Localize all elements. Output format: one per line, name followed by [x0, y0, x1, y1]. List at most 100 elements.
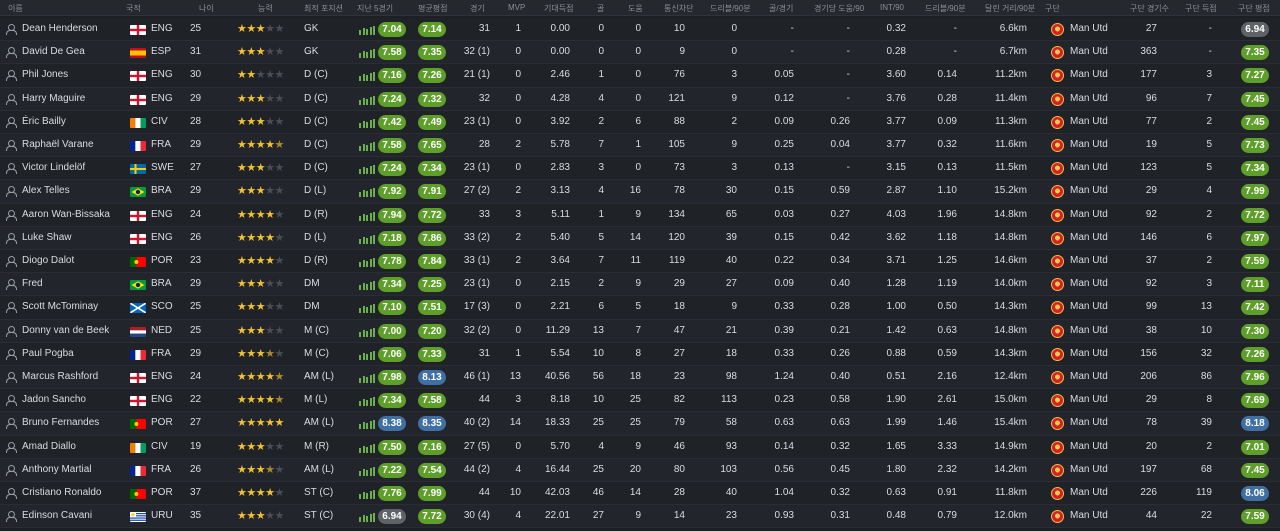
club-name[interactable]: Man Utd [1070, 23, 1108, 34]
player-name[interactable]: Bruno Fernandes [22, 417, 99, 428]
club-crest-icon [1051, 255, 1064, 268]
table-row[interactable]: Fred BRA 29 ★★★★★ DM 7.34 7.25 23 (1) 0 2.15 2 9 29 2… [0, 273, 1280, 297]
player-name[interactable]: Éric Bailly [22, 116, 66, 127]
column-header[interactable]: 능력 [258, 3, 273, 14]
column-header[interactable]: MVP [508, 3, 525, 12]
table-row[interactable]: Cristiano Ronaldo POR 37 ★★★★★ ST (C) 7.76 7.9… [0, 482, 1280, 506]
column-header[interactable]: 구단 [1045, 3, 1060, 14]
form-bars-icon [359, 373, 377, 383]
player-name[interactable]: Cristiano Ronaldo [22, 487, 102, 498]
column-header[interactable]: 국적 [126, 3, 141, 14]
column-header[interactable]: 달린 거리/90분 [985, 3, 1035, 14]
player-name[interactable]: Amad Diallo [22, 441, 76, 452]
column-header[interactable]: 기대득점 [544, 3, 573, 14]
average-rating-badge: 7.86 [418, 230, 446, 246]
club-name[interactable]: Man Utd [1070, 255, 1108, 266]
column-header[interactable]: 경기 [470, 3, 485, 14]
distance-per-90: 14.6km [994, 255, 1027, 266]
player-name[interactable]: David De Gea [22, 46, 85, 57]
table-row[interactable]: Anthony Martial FRA 26 ★★★★★ AM (L) 7.22 7.54 4… [0, 458, 1280, 482]
player-name[interactable]: Fred [22, 278, 43, 289]
player-name[interactable]: Diogo Dalot [22, 255, 74, 266]
club-name[interactable]: Man Utd [1070, 116, 1108, 127]
table-row[interactable]: Éric Bailly CIV 28 ★★★★★ D (C) 7.42 7.49 23 (1)… [0, 110, 1280, 134]
player-name[interactable]: Donny van de Beek [22, 325, 109, 336]
player-name[interactable]: Marcus Rashford [22, 371, 98, 382]
club-name[interactable]: Man Utd [1070, 162, 1108, 173]
player-name[interactable]: Anthony Martial [22, 464, 91, 475]
table-row[interactable]: Dean Henderson ENG 25 ★★★★★ GK 7.04 7.14 31 1 0.0… [0, 18, 1280, 42]
table-row[interactable]: Bruno Fernandes POR 27 ★★★★★ AM (L) 8.38 8.35 4… [0, 412, 1280, 436]
column-header[interactable]: 구단 득점 [1185, 3, 1217, 14]
column-header[interactable]: 통신차단 [664, 3, 693, 14]
club-name[interactable]: Man Utd [1070, 185, 1108, 196]
club-name[interactable]: Man Utd [1070, 232, 1108, 243]
column-header[interactable]: 드리블/90분 [710, 3, 751, 14]
club-name[interactable]: Man Utd [1070, 464, 1108, 475]
column-header[interactable]: 경기당 도움/90 [814, 3, 864, 14]
player-name[interactable]: Edinson Cavani [22, 510, 92, 521]
player-name[interactable]: Scott McTominay [22, 301, 98, 312]
last-5-rating-badge: 7.34 [378, 393, 406, 409]
club-name[interactable]: Man Utd [1070, 139, 1108, 150]
player-name[interactable]: Phil Jones [22, 69, 68, 80]
player-name[interactable]: Raphaël Varane [22, 139, 94, 150]
club-name[interactable]: Man Utd [1070, 371, 1108, 382]
nationality: SWE [151, 162, 174, 174]
table-row[interactable]: Aaron Wan-Bissaka ENG 24 ★★★★★ D (R) 7.94 7.72… [0, 203, 1280, 227]
player-name[interactable]: Luke Shaw [22, 232, 71, 243]
club-name[interactable]: Man Utd [1070, 510, 1108, 521]
table-row[interactable]: Paul Pogba FRA 29 ★★★★★ M (C) 7.06 7.33 31 1 5.54… [0, 342, 1280, 366]
table-row[interactable]: Edinson Cavani URU 35 ★★★★★ ST (C) 6.94 7.72 30… [0, 505, 1280, 529]
rating-stars: ★★★★★ [237, 486, 284, 499]
column-header[interactable]: 구단 경기수 [1130, 3, 1169, 14]
table-row[interactable]: Diogo Dalot POR 23 ★★★★★ D (R) 7.78 7.84 33 (1)… [0, 250, 1280, 274]
player-name[interactable]: Paul Pogba [22, 348, 74, 359]
table-row[interactable]: Victor Lindelöf SWE 27 ★★★★★ D (C) 7.24 7.34 23… [0, 157, 1280, 181]
table-row[interactable]: Harry Maguire ENG 29 ★★★★★ D (C) 7.24 7.32 32 0 4… [0, 87, 1280, 111]
club-name[interactable]: Man Utd [1070, 417, 1108, 428]
player-name[interactable]: Victor Lindelöf [22, 162, 85, 173]
table-row[interactable]: Amad Diallo CIV 19 ★★★★★ M (R) 7.50 7.16 27 (5)… [0, 435, 1280, 459]
club-name[interactable]: Man Utd [1070, 487, 1108, 498]
table-row[interactable]: David De Gea ESP 31 ★★★★★ GK 7.58 7.35 32 (1) 0 0… [0, 41, 1280, 65]
table-row[interactable]: Alex Telles BRA 29 ★★★★★ D (L) 7.92 7.91 27 (2)… [0, 180, 1280, 204]
column-header[interactable]: 도움 [628, 3, 643, 14]
club-name[interactable]: Man Utd [1070, 441, 1108, 452]
column-header[interactable]: 나이 [199, 3, 214, 14]
table-row[interactable]: Raphaël Varane FRA 29 ★★★★★ D (C) 7.58 7.65 28 2… [0, 134, 1280, 158]
column-header[interactable]: 골 [597, 3, 604, 14]
interceptions: 82 [673, 394, 685, 406]
column-header[interactable]: INT/90 [880, 3, 904, 12]
table-row[interactable]: Scott McTominay SCO 25 ★★★★★ DM 7.10 7.51 17 (3… [0, 296, 1280, 320]
club-name[interactable]: Man Utd [1070, 394, 1108, 405]
player-name[interactable]: Dean Henderson [22, 23, 98, 34]
table-row[interactable]: Marcus Rashford ENG 24 ★★★★★ AM (L) 7.98 8.13 4… [0, 366, 1280, 390]
age: 25 [190, 301, 202, 313]
club-name[interactable]: Man Utd [1070, 209, 1108, 220]
club-name[interactable]: Man Utd [1070, 69, 1108, 80]
club-name[interactable]: Man Utd [1070, 46, 1108, 57]
club-name[interactable]: Man Utd [1070, 301, 1108, 312]
assists: 0 [635, 92, 641, 104]
table-row[interactable]: Jadon Sancho ENG 22 ★★★★★ M (L) 7.34 7.58 44 3 8.… [0, 389, 1280, 413]
club-name[interactable]: Man Utd [1070, 93, 1108, 104]
club-name[interactable]: Man Utd [1070, 348, 1108, 359]
table-row[interactable]: Luke Shaw ENG 26 ★★★★★ D (L) 7.18 7.86 33 (2) 2 5… [0, 226, 1280, 250]
player-name[interactable]: Jadon Sancho [22, 394, 86, 405]
column-header[interactable]: 이름 [8, 3, 23, 14]
column-header[interactable]: 평균평점 [418, 3, 447, 14]
column-header[interactable]: 최적 포지션 [304, 3, 343, 14]
column-header[interactable]: 구단 평점 [1238, 3, 1270, 14]
club-name[interactable]: Man Utd [1070, 325, 1108, 336]
column-header[interactable]: 드리블/90분 [925, 3, 966, 14]
player-name[interactable]: Harry Maguire [22, 93, 85, 104]
table-row[interactable]: Donny van de Beek NED 25 ★★★★★ M (C) 7.00 7.20… [0, 319, 1280, 343]
column-header[interactable]: 골/경기 [769, 3, 793, 14]
table-row[interactable]: Phil Jones ENG 30 ★★★★★ D (C) 7.16 7.26 21 (1) 0… [0, 64, 1280, 88]
player-name[interactable]: Aaron Wan-Bissaka [22, 209, 110, 220]
interceptions: 121 [668, 92, 685, 104]
club-name[interactable]: Man Utd [1070, 278, 1108, 289]
player-name[interactable]: Alex Telles [22, 185, 70, 196]
column-header[interactable]: 지난 5경기 [357, 3, 393, 14]
